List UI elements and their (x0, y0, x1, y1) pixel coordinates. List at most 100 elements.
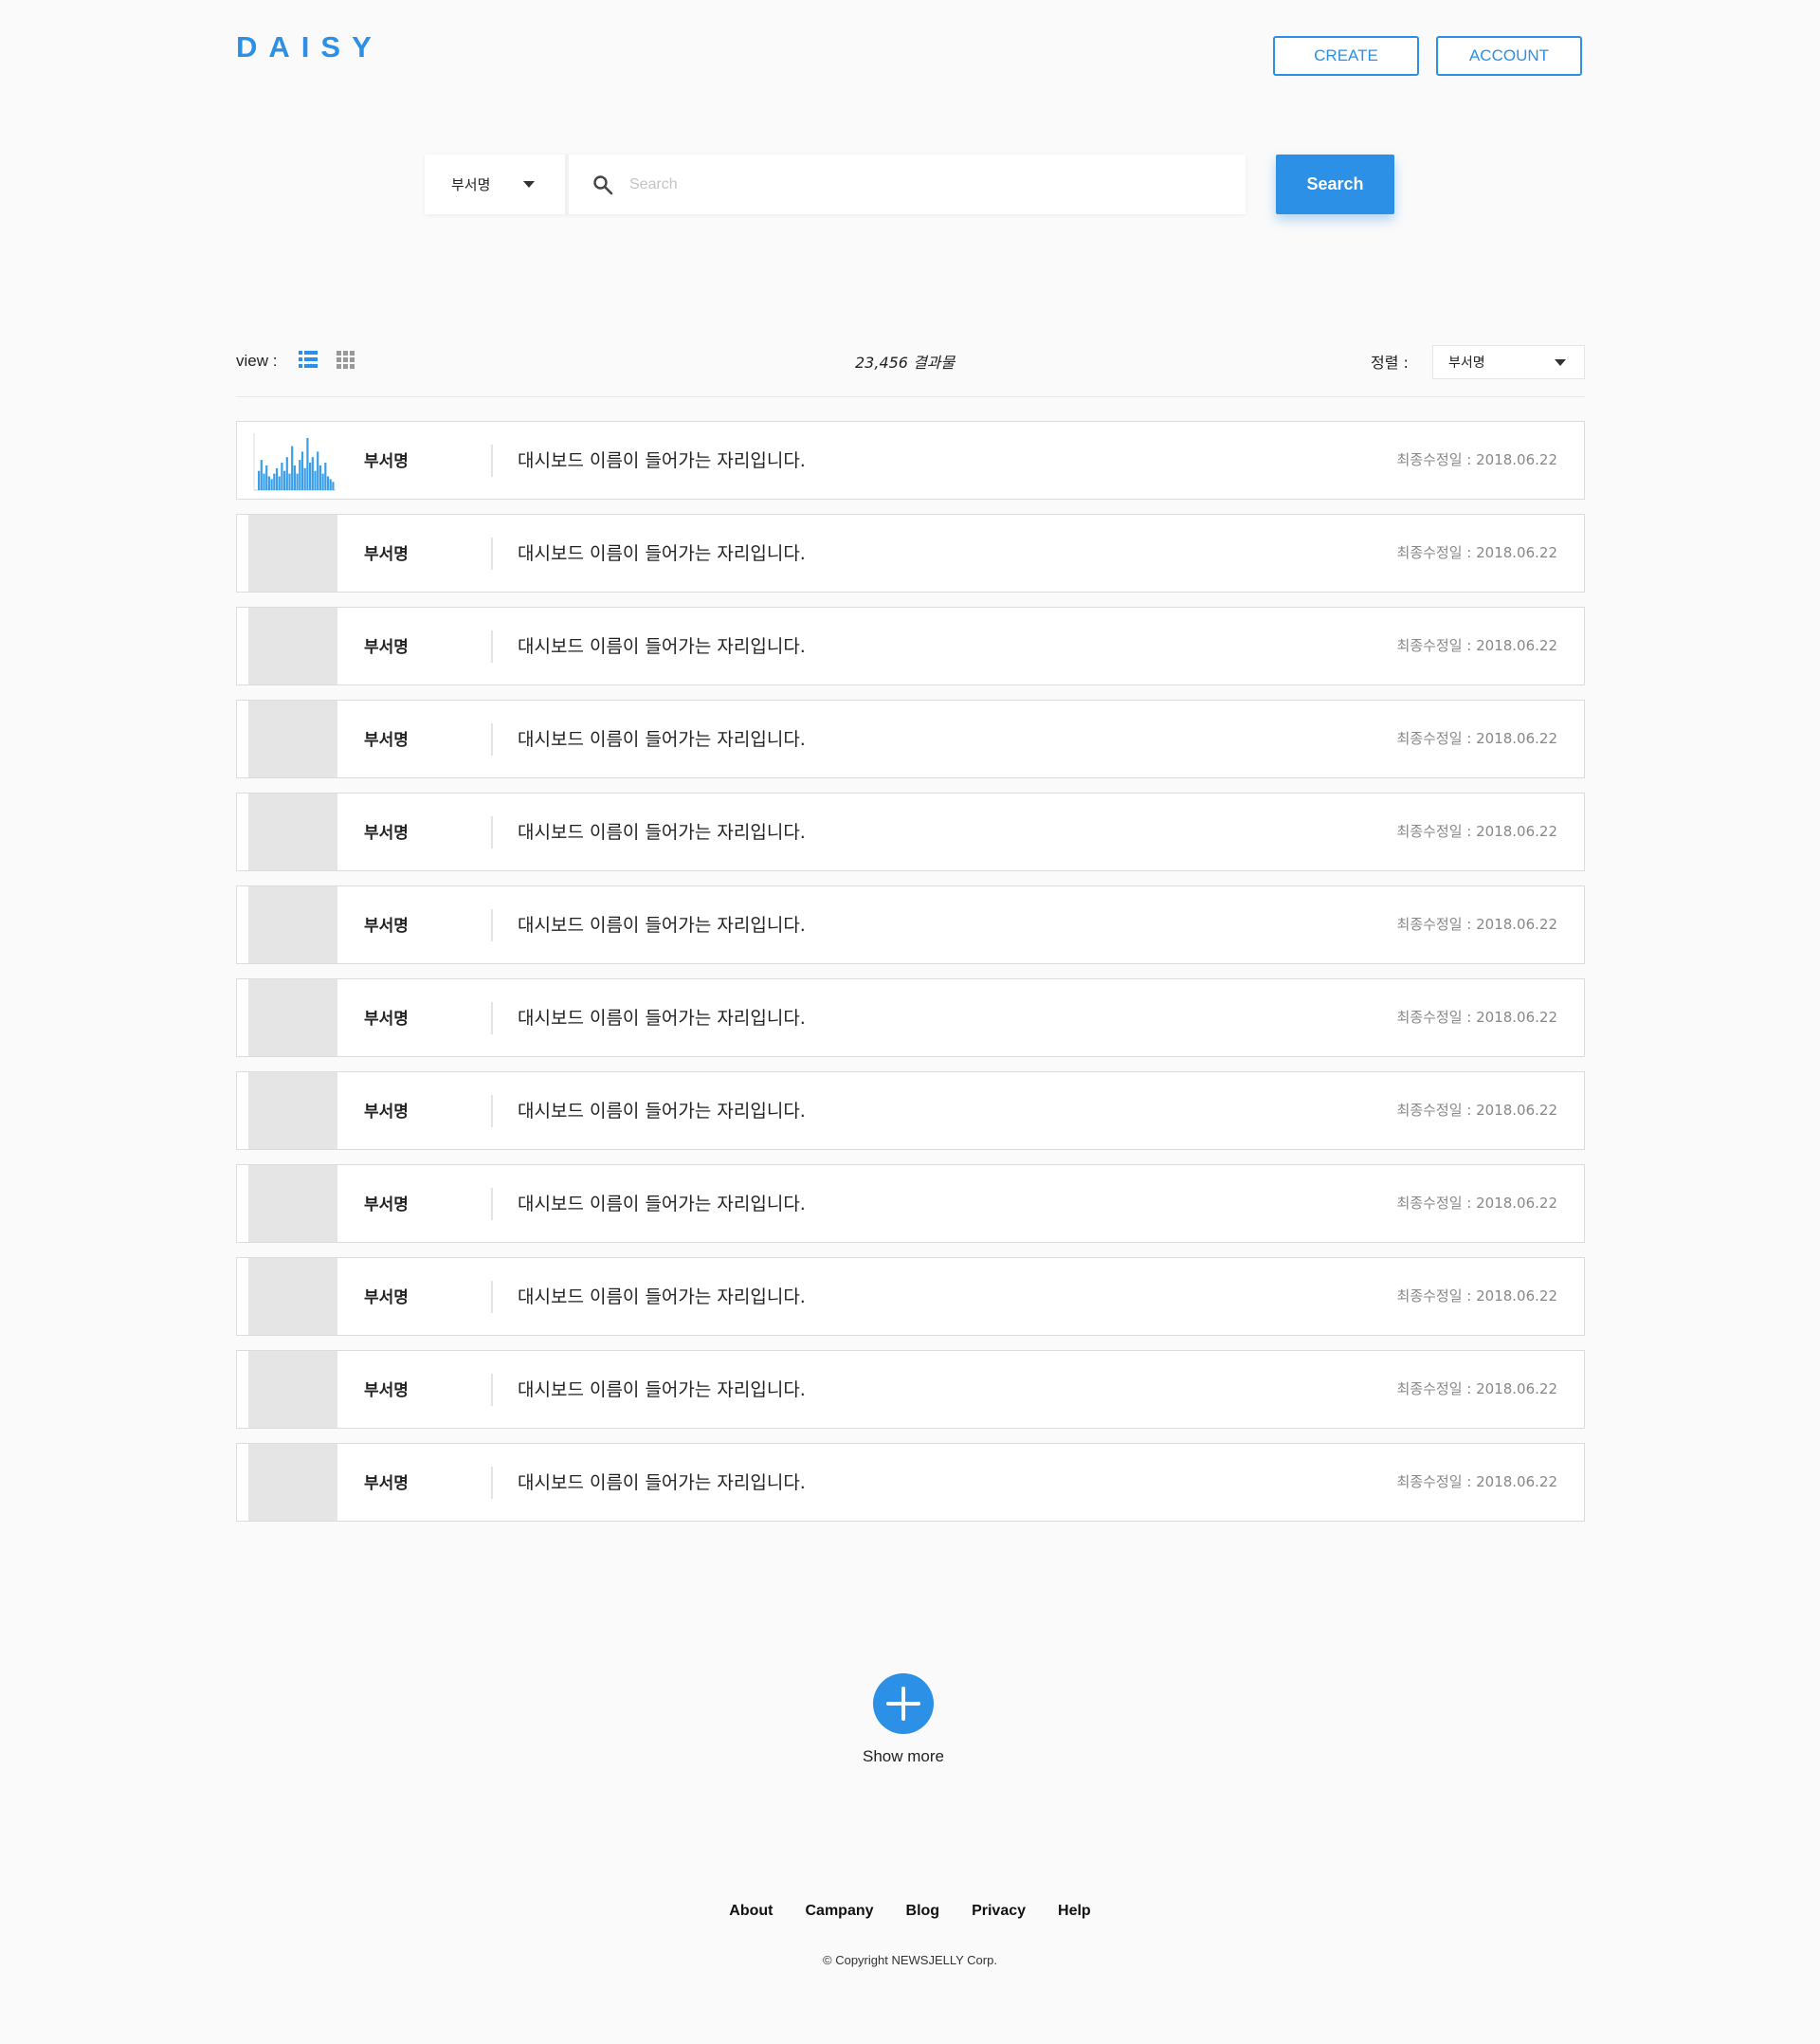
thumbnail-bar (317, 451, 319, 490)
row-modified-date: 최종수정일 : 2018.06.22 (1396, 1009, 1557, 1026)
thumbnail-bar (306, 437, 309, 490)
footer-link-privacy[interactable]: Privacy (972, 1903, 1026, 1920)
row-modified-date: 최종수정일 : 2018.06.22 (1396, 1380, 1557, 1397)
divider (491, 1281, 493, 1313)
row-title[interactable]: 대시보드 이름이 들어가는 자리입니다. (518, 818, 806, 844)
thumbnail-bar (288, 473, 291, 490)
footer-link-about[interactable]: About (729, 1903, 773, 1920)
search-category-select[interactable]: 부서명 (425, 155, 565, 214)
divider (491, 1095, 493, 1127)
thumbnail-bar (318, 465, 321, 490)
search-icon (593, 175, 613, 195)
thumbnail-bar (263, 473, 265, 490)
row-modified-date: 최종수정일 : 2018.06.22 (1396, 451, 1557, 468)
show-more-button[interactable] (873, 1673, 934, 1734)
thumbnail-placeholder (248, 1165, 337, 1242)
thumbnail-bar (329, 479, 332, 490)
row-title[interactable]: 대시보드 이름이 들어가는 자리입니다. (518, 447, 806, 472)
thumbnail-bar (332, 482, 335, 490)
divider (565, 155, 569, 214)
row-modified-date: 최종수정일 : 2018.06.22 (1396, 1287, 1557, 1305)
list-item[interactable]: 부서명 대시보드 이름이 들어가는 자리입니다. 최종수정일 : 2018.06.2… (236, 607, 1585, 685)
row-title[interactable]: 대시보드 이름이 들어가는 자리입니다. (518, 632, 806, 658)
sort-label: 정렬 : (1371, 354, 1409, 372)
thumbnail-placeholder (248, 1258, 337, 1335)
copyright: © Copyright NEWSJELLY Corp. (823, 1953, 997, 1967)
row-title[interactable]: 대시보드 이름이 들어가는 자리입니다. (518, 1004, 806, 1030)
list-item[interactable]: 부서명 대시보드 이름이 들어가는 자리입니다. 최종수정일 : 2018.06.2… (236, 700, 1585, 778)
row-title[interactable]: 대시보드 이름이 들어가는 자리입니다. (518, 1283, 806, 1308)
row-title[interactable]: 대시보드 이름이 들어가는 자리입니다. (518, 539, 806, 565)
footer-link-help[interactable]: Help (1058, 1903, 1091, 1920)
list-item[interactable]: 부서명 대시보드 이름이 들어가는 자리입니다. 최종수정일 : 2018.06.2… (236, 514, 1585, 593)
search-bar: 부서명 (425, 155, 1246, 214)
divider (236, 396, 1585, 397)
show-more-label[interactable]: Show more (809, 1747, 998, 1766)
row-title[interactable]: 대시보드 이름이 들어가는 자리입니다. (518, 1376, 806, 1401)
thumbnail-bar (278, 476, 281, 490)
row-title[interactable]: 대시보드 이름이 들어가는 자리입니다. (518, 1190, 806, 1215)
list-item[interactable]: 부서명 대시보드 이름이 들어가는 자리입니다. 최종수정일 : 2018.06.2… (236, 1071, 1585, 1150)
divider (491, 1188, 493, 1220)
row-modified-date: 최종수정일 : 2018.06.22 (1396, 1102, 1557, 1119)
thumbnail-bar (273, 473, 276, 490)
thumbnail-placeholder (248, 701, 337, 777)
row-modified-date: 최종수정일 : 2018.06.22 (1396, 730, 1557, 747)
sort-select[interactable]: 부서명 (1432, 345, 1585, 379)
thumbnail-placeholder (248, 794, 337, 870)
row-modified-date: 최종수정일 : 2018.06.22 (1396, 544, 1557, 561)
plus-icon (886, 1687, 920, 1721)
search-input[interactable] (628, 164, 1219, 206)
list-view-icon[interactable] (299, 350, 318, 369)
divider (491, 1374, 493, 1406)
list-item[interactable]: 부서명 대시보드 이름이 들어가는 자리입니다. 최종수정일 : 2018.06.2… (236, 1164, 1585, 1243)
list-item[interactable]: 부서명 대시보드 이름이 들어가는 자리입니다. 최종수정일 : 2018.06.2… (236, 1257, 1585, 1336)
account-button[interactable]: ACCOUNT (1436, 36, 1582, 76)
list-item[interactable]: 부서명 대시보드 이름이 들어가는 자리입니다. 최종수정일 : 2018.06.2… (236, 793, 1585, 871)
row-department: 부서명 (364, 638, 409, 657)
list-item[interactable]: 부서명 대시보드 이름이 들어가는 자리입니다. 최종수정일 : 2018.06.2… (236, 978, 1585, 1057)
row-title[interactable]: 대시보드 이름이 들어가는 자리입니다. (518, 911, 806, 937)
list-item[interactable]: 부서명 대시보드 이름이 들어가는 자리입니다. 최종수정일 : 2018.06.2… (236, 421, 1585, 500)
page: DAISY CREATE ACCOUNT 부서명 Search view : (0, 0, 1820, 2044)
thumbnail-bar (293, 465, 296, 490)
thumbnail-placeholder (248, 608, 337, 684)
list-item[interactable]: 부서명 대시보드 이름이 들어가는 자리입니다. 최종수정일 : 2018.06.2… (236, 885, 1585, 964)
row-department: 부서명 (364, 545, 409, 564)
create-button[interactable]: CREATE (1273, 36, 1419, 76)
thumbnail-placeholder (248, 1072, 337, 1149)
divider (491, 630, 493, 663)
row-modified-date: 최종수정일 : 2018.06.22 (1396, 823, 1557, 840)
row-title[interactable]: 대시보드 이름이 들어가는 자리입니다. (518, 1469, 806, 1494)
row-modified-date: 최종수정일 : 2018.06.22 (1396, 637, 1557, 654)
thumbnail-bar (309, 463, 312, 490)
thumbnail-bar (326, 476, 330, 490)
row-department: 부서명 (364, 824, 409, 843)
thumbnail-bar (291, 446, 294, 490)
thumbnail-placeholder (248, 1444, 337, 1521)
row-title[interactable]: 대시보드 이름이 들어가는 자리입니다. (518, 725, 806, 751)
divider (491, 723, 493, 756)
chart-thumbnail (248, 422, 337, 499)
footer-link-campany[interactable]: Campany (806, 1903, 874, 1920)
thumbnail-bar (281, 463, 283, 490)
search-button[interactable]: Search (1276, 155, 1394, 214)
row-department: 부서명 (364, 1381, 409, 1400)
sort-value: 부서명 (1448, 356, 1485, 371)
logo[interactable]: DAISY (236, 30, 383, 64)
thumbnail-bar (321, 473, 324, 490)
list-item[interactable]: 부서명 대시보드 이름이 들어가는 자리입니다. 최종수정일 : 2018.06.2… (236, 1350, 1585, 1429)
footer-link-blog[interactable]: Blog (906, 1903, 940, 1920)
thumbnail-bar (275, 467, 279, 490)
row-modified-date: 최종수정일 : 2018.06.22 (1396, 1195, 1557, 1212)
thumbnail-bar (270, 479, 273, 490)
thumbnail-bar (324, 463, 327, 490)
list-item[interactable]: 부서명 대시보드 이름이 들어가는 자리입니다. 최종수정일 : 2018.06.2… (236, 1443, 1585, 1522)
row-modified-date: 최종수정일 : 2018.06.22 (1396, 916, 1557, 933)
grid-view-icon[interactable] (337, 350, 355, 369)
row-title[interactable]: 대시보드 이름이 들어가는 자리입니다. (518, 1097, 806, 1122)
thumbnail-bar (258, 470, 261, 490)
thumbnail-bar (283, 470, 286, 490)
row-department: 부서명 (364, 452, 409, 471)
row-department: 부서명 (364, 1010, 409, 1029)
